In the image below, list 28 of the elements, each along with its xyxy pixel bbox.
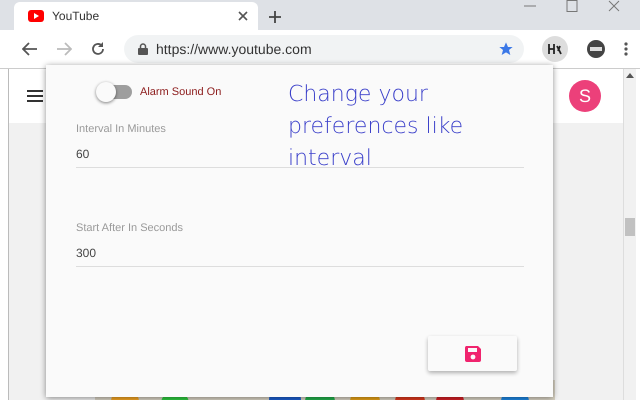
play-logo-icon xyxy=(28,10,44,22)
toggle-label: Alarm Sound On xyxy=(140,86,222,98)
lock-icon xyxy=(138,43,148,55)
menu-dots-icon[interactable] xyxy=(624,42,628,56)
input-field[interactable]: 300 xyxy=(76,246,231,260)
tab-title: YouTube xyxy=(52,9,100,23)
maximize-icon[interactable] xyxy=(566,0,578,12)
callout-text: Change your preferences like interval xyxy=(288,81,464,173)
input-field[interactable]: 60 xyxy=(76,147,231,161)
scrollbar[interactable] xyxy=(623,69,636,400)
scroll-up-icon[interactable] xyxy=(626,73,634,78)
scroll-thumb[interactable] xyxy=(625,218,635,236)
field-label: Interval In Minutes xyxy=(76,123,166,135)
menu-icon[interactable] xyxy=(27,90,43,102)
extension-icon[interactable] xyxy=(542,36,568,62)
profile-icon[interactable] xyxy=(586,39,606,59)
save-icon xyxy=(462,344,482,364)
avatar[interactable]: S xyxy=(569,80,601,112)
reload-icon[interactable] xyxy=(90,41,106,57)
back-icon[interactable] xyxy=(22,42,38,56)
field-label: Start After In Seconds xyxy=(76,222,184,234)
browser-tab[interactable]: YouTube xyxy=(14,2,258,30)
alarm-toggle[interactable] xyxy=(98,85,132,99)
bookmark-star-icon[interactable] xyxy=(498,41,514,57)
close-tab-icon[interactable] xyxy=(238,11,248,21)
save-button[interactable] xyxy=(428,336,517,371)
close-window-icon[interactable] xyxy=(608,0,620,12)
new-tab-icon[interactable] xyxy=(268,10,282,24)
